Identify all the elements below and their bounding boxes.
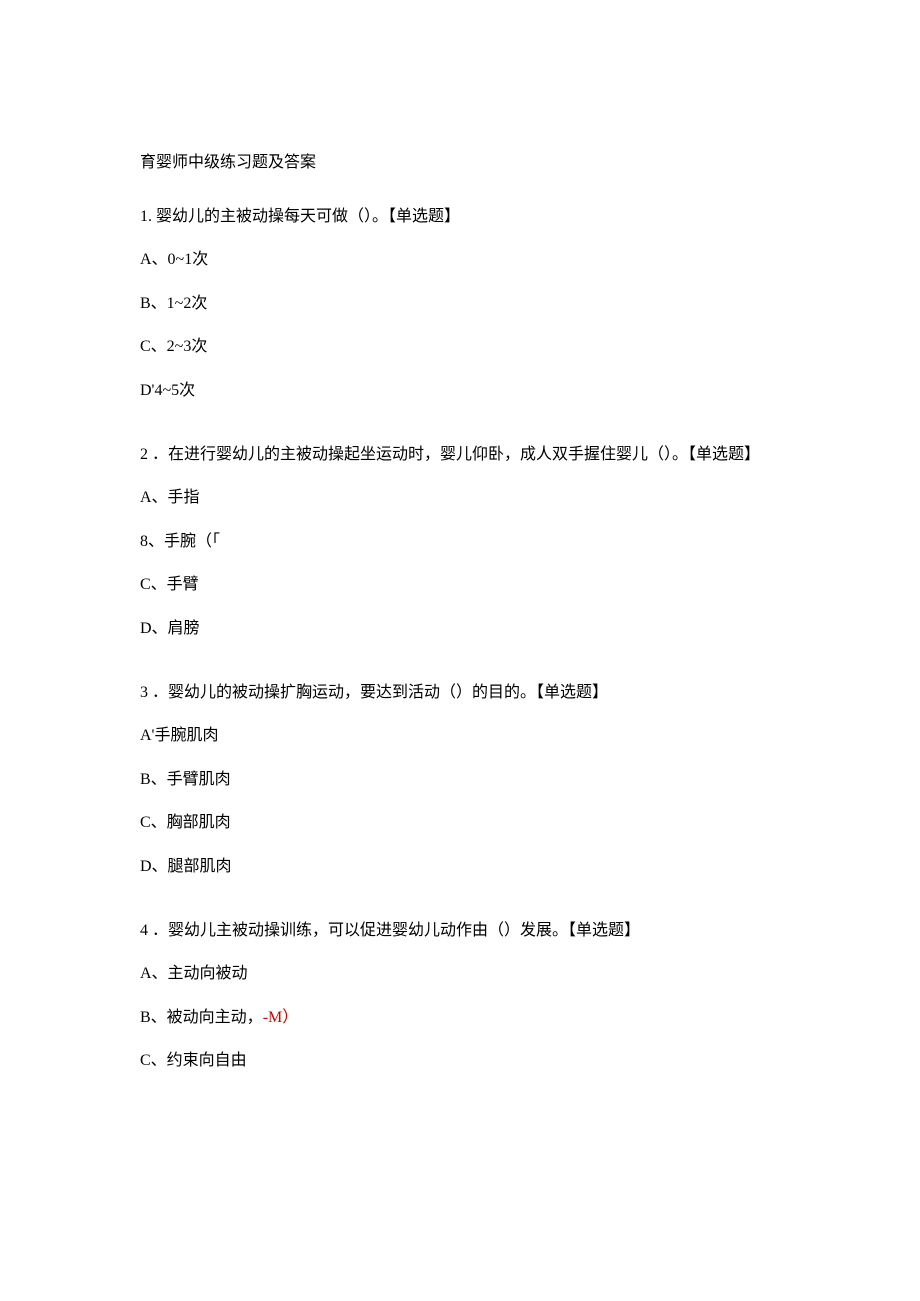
answer-option: A、主动向被动 [140, 961, 780, 987]
answer-option: A'手腕肌肉 [140, 723, 780, 749]
answer-option: D'4~5次 [140, 378, 780, 404]
answer-option: C、2~3次 [140, 334, 780, 360]
answer-option: B、手臂肌肉 [140, 767, 780, 793]
option-label: C、手臂 [140, 576, 199, 593]
answer-option: C、胸部肌肉 [140, 810, 780, 836]
answer-option: B、1~2次 [140, 291, 780, 317]
option-label: A、0~1次 [140, 251, 208, 268]
answer-option: D、肩膀 [140, 616, 780, 642]
option-label: D'4~5次 [140, 382, 195, 399]
option-label: 8、手腕（「 [140, 533, 220, 550]
option-label: C、约束向自由 [140, 1052, 247, 1069]
answer-option: A、手指 [140, 485, 780, 511]
answer-option: C、约束向自由 [140, 1048, 780, 1074]
option-label: D、肩膀 [140, 620, 200, 637]
option-label: B、被动向主动， [140, 1009, 263, 1026]
option-label: C、胸部肌肉 [140, 814, 231, 831]
option-label: C、2~3次 [140, 338, 207, 355]
question-block: 1. 婴幼儿的主被动操每天可做（）。【单选题】 A、0~1次 B、1~2次 C、2~3… [140, 204, 780, 404]
question-block: 2 ．在进行婴幼儿的主被动操起坐运动时，婴儿仰卧，成人双手握住婴儿（）。【单选题… [140, 442, 780, 642]
answer-option: B、被动向主动，-M） [140, 1005, 780, 1031]
option-label: D、腿部肌肉 [140, 858, 232, 875]
question-text: 3 ．婴幼儿的被动操扩胸运动，要达到活动（）的目的。【单选题】 [140, 680, 780, 706]
answer-option: C、手臂 [140, 572, 780, 598]
option-label: B、1~2次 [140, 295, 207, 312]
answer-option: 8、手腕（「 [140, 529, 780, 555]
question-block: 3 ．婴幼儿的被动操扩胸运动，要达到活动（）的目的。【单选题】 A'手腕肌肉 B、手… [140, 680, 780, 880]
question-text: 4 ．婴幼儿主被动操训练，可以促进婴幼儿动作由（）发展。【单选题】 [140, 918, 780, 944]
option-label: A'手腕肌肉 [140, 727, 218, 744]
question-block: 4 ．婴幼儿主被动操训练，可以促进婴幼儿动作由（）发展。【单选题】 A、主动向被动… [140, 918, 780, 1074]
question-text: 1. 婴幼儿的主被动操每天可做（）。【单选题】 [140, 204, 780, 230]
question-text: 2 ．在进行婴幼儿的主被动操起坐运动时，婴儿仰卧，成人双手握住婴儿（）。【单选题… [140, 442, 780, 468]
answer-option: D、腿部肌肉 [140, 854, 780, 880]
document-title: 育婴师中级练习题及答案 [140, 150, 780, 176]
option-answer-marker: -M） [263, 1009, 299, 1026]
option-label: B、手臂肌肉 [140, 771, 231, 788]
option-label: A、主动向被动 [140, 965, 248, 982]
option-label: A、手指 [140, 489, 200, 506]
answer-option: A、0~1次 [140, 247, 780, 273]
